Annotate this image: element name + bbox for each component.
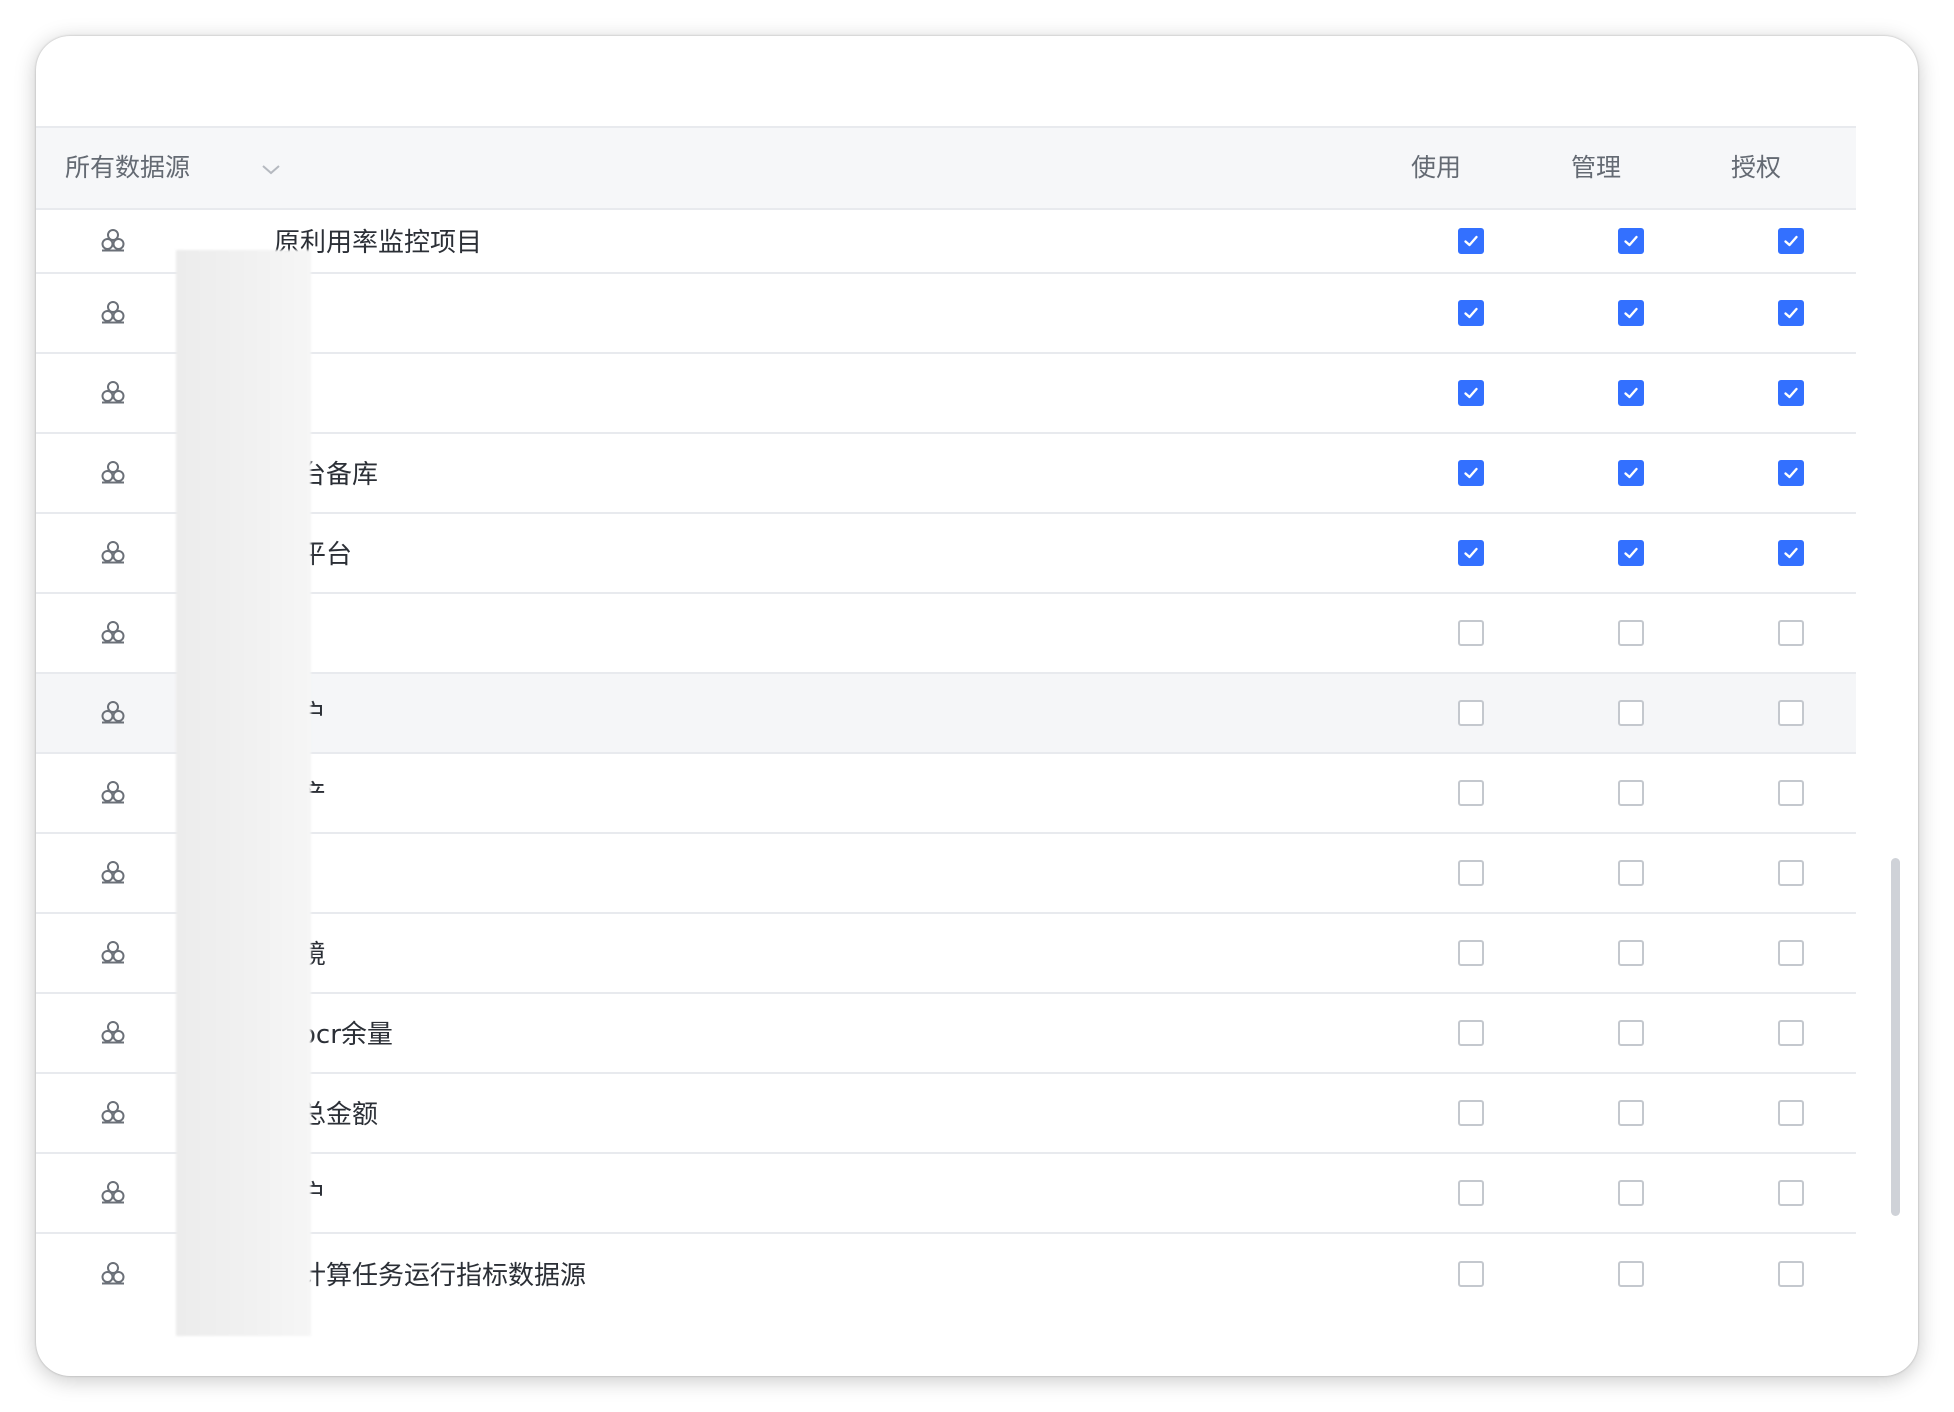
checkbox-use[interactable]: [1458, 860, 1484, 886]
checkbox-grant[interactable]: [1778, 1180, 1804, 1206]
redacted-region: [176, 250, 311, 1336]
column-header-grant: 授权: [1730, 153, 1781, 182]
checkbox-grant[interactable]: [1778, 620, 1804, 646]
datasource-cluster-icon: [101, 1021, 125, 1044]
checkbox-manage[interactable]: [1618, 860, 1644, 886]
checkbox-use[interactable]: [1458, 300, 1484, 326]
checkbox-manage[interactable]: [1618, 1261, 1644, 1287]
column-header-manage: 管理: [1570, 153, 1621, 182]
checkbox-manage[interactable]: [1618, 300, 1644, 326]
checkbox-grant[interactable]: [1778, 940, 1804, 966]
checkbox-use[interactable]: [1458, 380, 1484, 406]
checkbox-manage[interactable]: [1618, 1180, 1644, 1206]
checkbox-use[interactable]: [1458, 940, 1484, 966]
checkbox-grant[interactable]: [1778, 380, 1804, 406]
datasource-cluster-icon: [101, 781, 125, 804]
datasource-name: 流计算任务运行指标数据源: [274, 1260, 587, 1291]
checkbox-use[interactable]: [1458, 1180, 1484, 1206]
checkbox-grant[interactable]: [1778, 1261, 1804, 1287]
checkbox-grant[interactable]: [1778, 1020, 1804, 1046]
checkbox-manage[interactable]: [1618, 1020, 1644, 1046]
checkbox-manage[interactable]: [1618, 700, 1644, 726]
checkbox-grant[interactable]: [1778, 1100, 1804, 1126]
checkbox-use[interactable]: [1458, 1261, 1484, 1287]
checkbox-use[interactable]: [1458, 780, 1484, 806]
checkbox-grant[interactable]: [1778, 540, 1804, 566]
datasource-cluster-icon: [101, 941, 125, 964]
checkbox-use[interactable]: [1458, 1100, 1484, 1126]
checkbox-grant[interactable]: [1778, 228, 1804, 254]
checkbox-manage[interactable]: [1618, 940, 1644, 966]
datasource-cluster-icon: [101, 229, 125, 252]
datasource-cluster-icon: [101, 461, 125, 484]
chevron-down-icon[interactable]: [260, 158, 282, 180]
table-header: 所有数据源 使用 管理 授权: [36, 126, 1856, 210]
checkbox-use[interactable]: [1458, 1020, 1484, 1046]
datasource-cluster-icon: [101, 1181, 125, 1204]
checkbox-manage[interactable]: [1618, 620, 1644, 646]
checkbox-manage[interactable]: [1618, 540, 1644, 566]
datasource-cluster-icon: [101, 701, 125, 724]
datasource-filter-label[interactable]: 所有数据源: [65, 128, 190, 208]
datasource-cluster-icon: [101, 1262, 125, 1285]
permissions-panel: 所有数据源 使用 管理 授权 原利用率监控项目 平台备库 云平台 云ocr余量 …: [36, 36, 1918, 1376]
checkbox-use[interactable]: [1458, 620, 1484, 646]
datasource-cluster-icon: [101, 381, 125, 404]
checkbox-grant[interactable]: [1778, 700, 1804, 726]
checkbox-grant[interactable]: [1778, 860, 1804, 886]
checkbox-use[interactable]: [1458, 540, 1484, 566]
checkbox-use[interactable]: [1458, 228, 1484, 254]
checkbox-manage[interactable]: [1618, 460, 1644, 486]
datasource-cluster-icon: [101, 541, 125, 564]
checkbox-use[interactable]: [1458, 700, 1484, 726]
vertical-scrollbar[interactable]: [1891, 858, 1900, 1216]
datasource-cluster-icon: [101, 301, 125, 324]
checkbox-grant[interactable]: [1778, 460, 1804, 486]
checkbox-manage[interactable]: [1618, 380, 1644, 406]
checkbox-grant[interactable]: [1778, 780, 1804, 806]
datasource-cluster-icon: [101, 1101, 125, 1124]
checkbox-manage[interactable]: [1618, 780, 1644, 806]
checkbox-manage[interactable]: [1618, 1100, 1644, 1126]
column-header-use: 使用: [1410, 153, 1461, 182]
datasource-cluster-icon: [101, 861, 125, 884]
checkbox-use[interactable]: [1458, 460, 1484, 486]
checkbox-grant[interactable]: [1778, 300, 1804, 326]
checkbox-manage[interactable]: [1618, 228, 1644, 254]
datasource-cluster-icon: [101, 621, 125, 644]
